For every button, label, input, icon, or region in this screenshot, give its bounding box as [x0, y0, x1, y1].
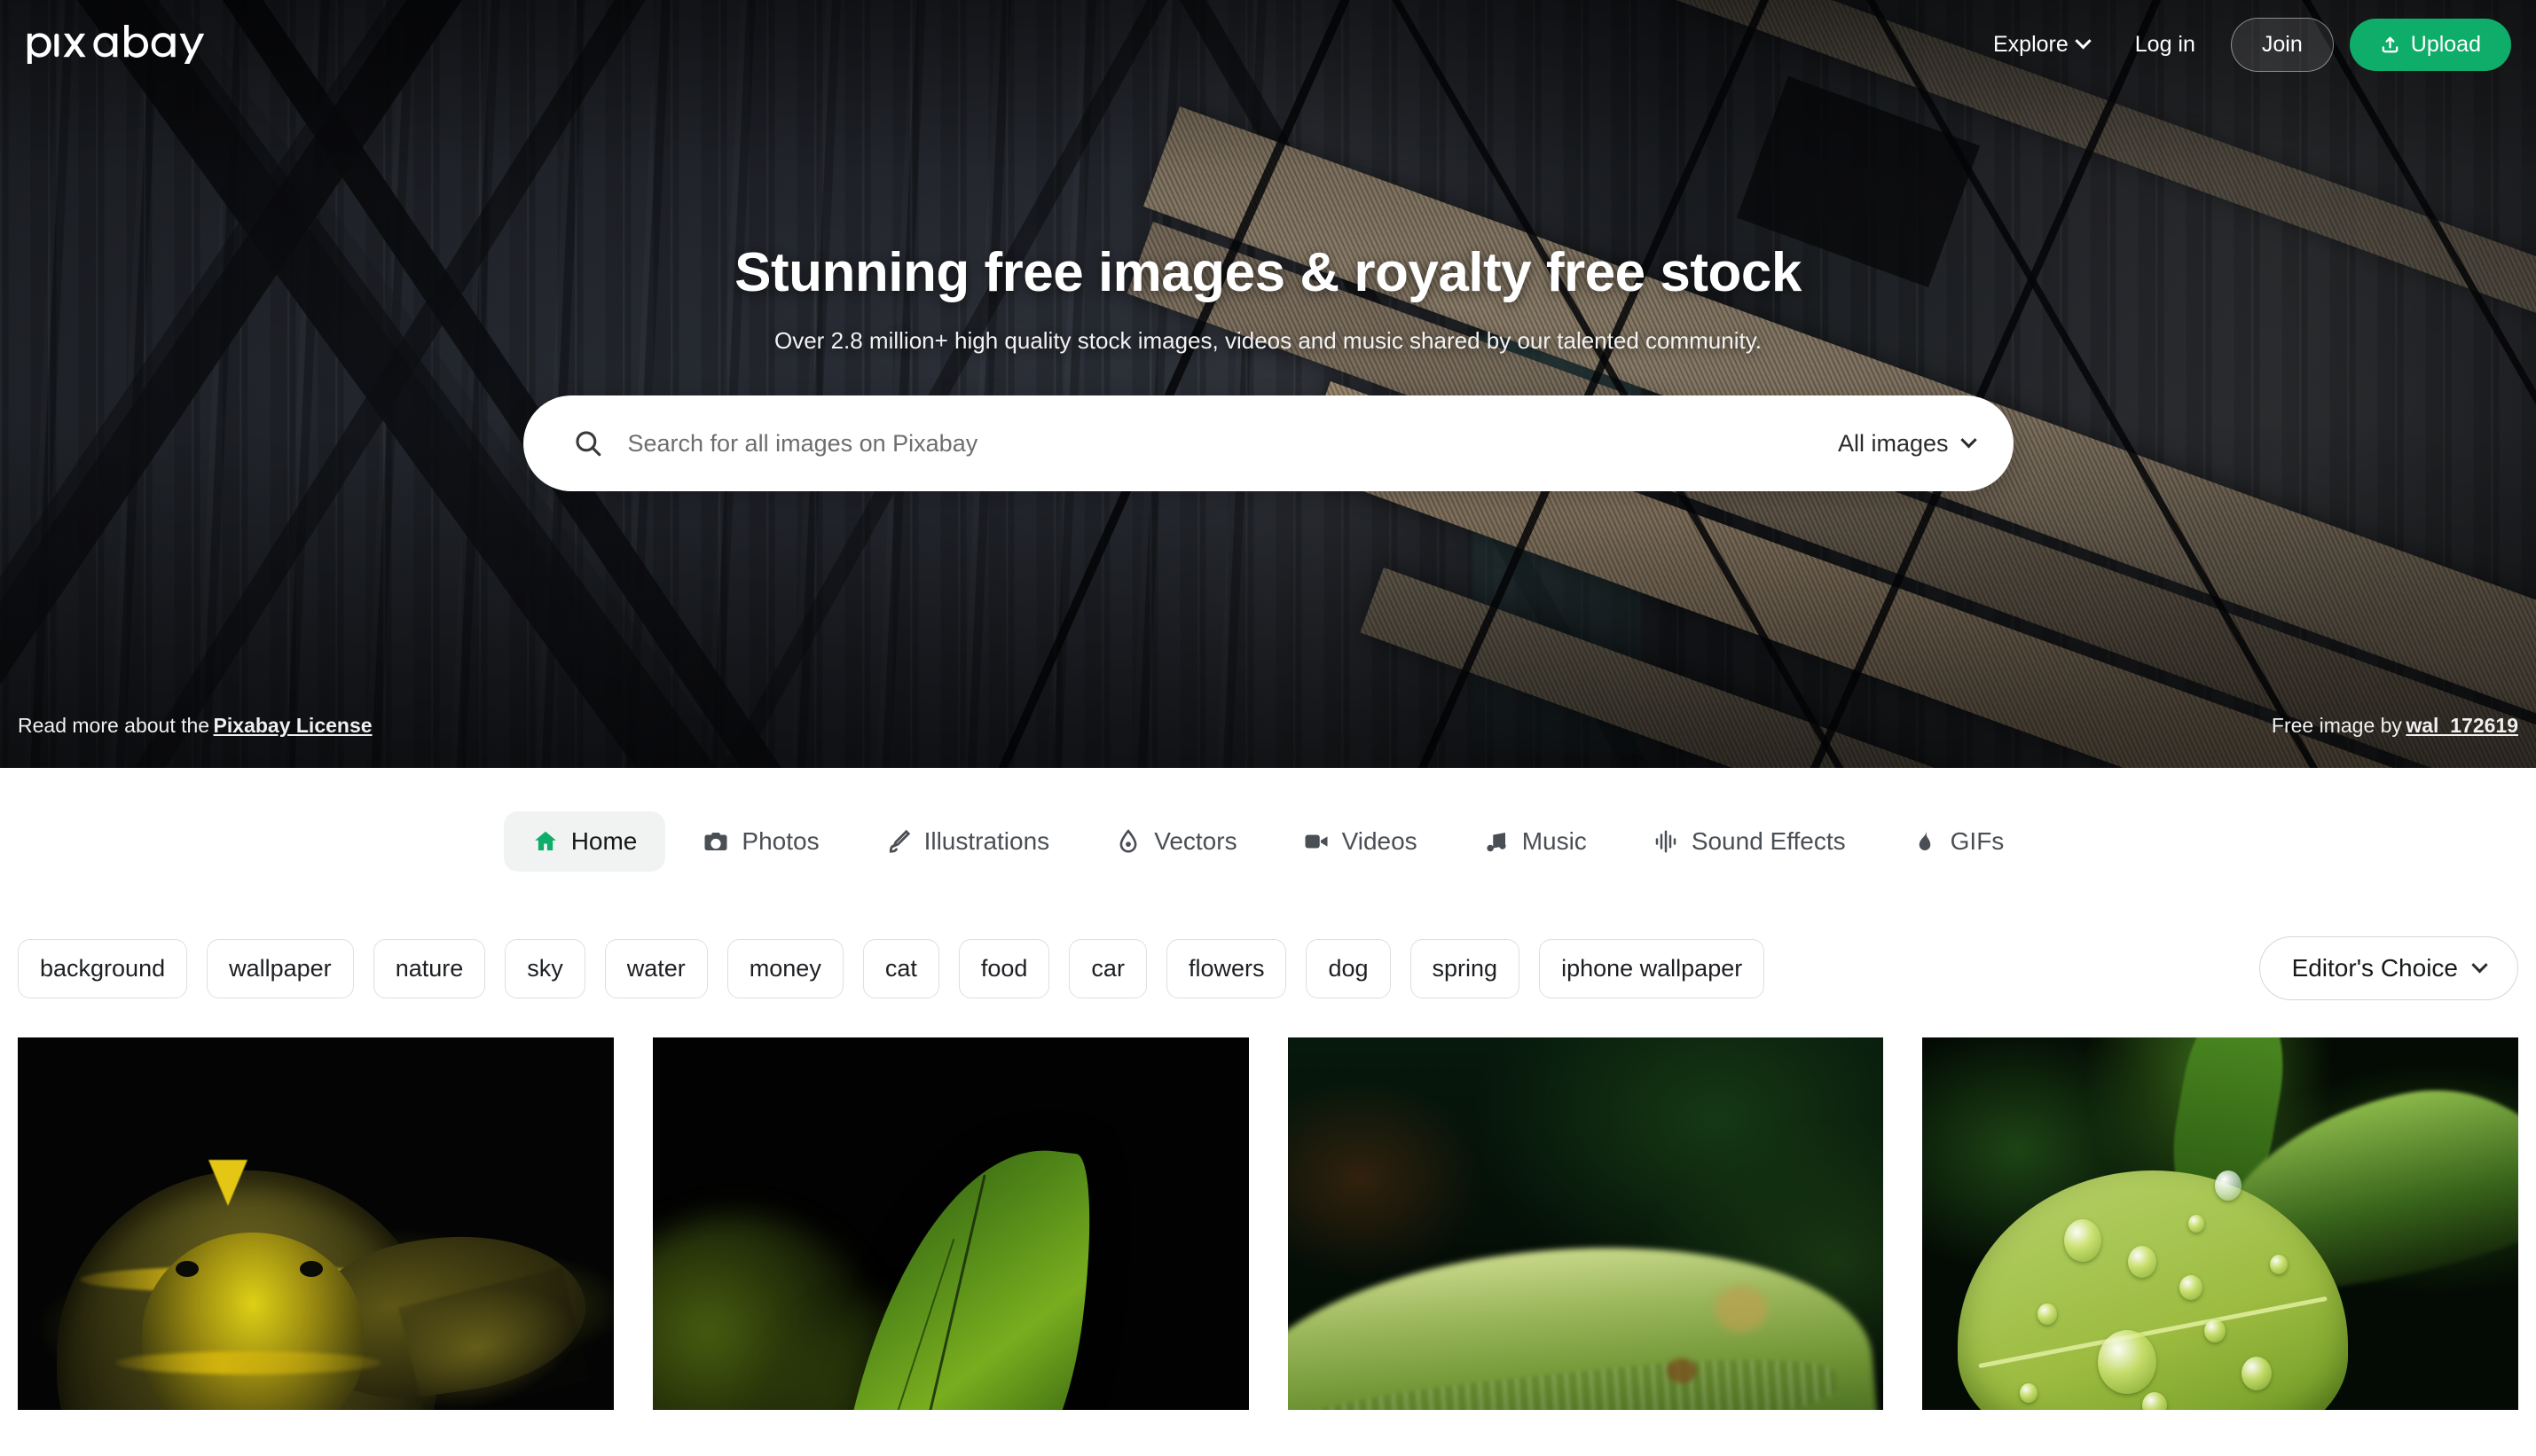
license-prefix: Read more about the	[18, 714, 210, 737]
hero-subtitle: Over 2.8 million+ high quality stock ima…	[774, 327, 1762, 354]
tag-chip[interactable]: spring	[1409, 938, 1520, 998]
tab-vectors[interactable]: Vectors	[1087, 811, 1265, 872]
gallery-item[interactable]	[1922, 1037, 2518, 1410]
top-nav-actions: Explore Log in Join Upload	[1970, 17, 2511, 72]
tag-chip[interactable]: sky	[505, 938, 585, 998]
tag-chip[interactable]: food	[958, 938, 1050, 998]
tab-photos[interactable]: Photos	[674, 811, 847, 872]
tab-label: Photos	[742, 827, 820, 855]
search-type-dropdown[interactable]: All images	[1837, 429, 1977, 458]
search-bar: All images	[522, 395, 2014, 491]
waveform-icon	[1653, 828, 1679, 855]
tag-chip[interactable]: water	[604, 938, 708, 998]
tab-label: Home	[570, 827, 638, 855]
top-navigation-bar: Explore Log in Join Upload	[0, 0, 2536, 89]
gallery-item[interactable]	[1287, 1037, 1884, 1410]
home-icon	[532, 828, 559, 855]
gallery-item[interactable]	[652, 1037, 1249, 1410]
music-note-icon	[1483, 828, 1510, 855]
video-camera-icon	[1303, 828, 1330, 855]
tag-chip[interactable]: dog	[1306, 938, 1391, 998]
tag-chip[interactable]: flowers	[1166, 938, 1287, 998]
chevron-down-icon	[2075, 32, 2092, 49]
tab-label: Illustrations	[923, 827, 1050, 855]
gallery-item[interactable]	[18, 1037, 614, 1410]
hero-footer: Read more about the Pixabay License Free…	[0, 714, 2536, 738]
tab-videos[interactable]: Videos	[1275, 811, 1446, 872]
pixabay-logo[interactable]	[25, 25, 214, 64]
upload-button[interactable]: Upload	[2349, 18, 2511, 71]
hero-section: Explore Log in Join Upload Stunning free…	[0, 0, 2536, 768]
chevron-down-icon	[2471, 956, 2488, 973]
category-tabs: Home Photos Illustrations Vectors Videos	[0, 768, 2536, 915]
hero-title: Stunning free images & royalty free stoc…	[734, 242, 1802, 303]
hero-content: Stunning free images & royalty free stoc…	[0, 0, 2536, 768]
tab-label: Music	[1521, 827, 1587, 855]
pixabay-license-link[interactable]: Pixabay License	[214, 714, 373, 737]
tab-label: Vectors	[1154, 827, 1237, 855]
explore-label: Explore	[1993, 31, 2069, 57]
explore-menu[interactable]: Explore	[1970, 32, 2112, 58]
image-credit: Free image by wal_172619	[2272, 714, 2518, 738]
brush-icon	[885, 828, 912, 855]
pen-nib-icon	[1115, 828, 1142, 855]
tag-chip[interactable]: background	[18, 938, 188, 998]
camera-icon	[703, 828, 729, 855]
tab-gifs[interactable]: GIFs	[1883, 811, 2033, 872]
tab-label: Videos	[1341, 827, 1417, 855]
flame-icon	[1912, 828, 1938, 855]
popular-tags-row: background wallpaper nature sky water mo…	[0, 915, 2536, 1022]
tag-chip[interactable]: car	[1069, 938, 1147, 998]
chevron-down-icon	[1959, 431, 1977, 448]
search-type-label: All images	[1837, 429, 1949, 457]
search-icon	[573, 428, 603, 458]
tab-label: GIFs	[1950, 827, 2005, 855]
tab-illustrations[interactable]: Illustrations	[857, 811, 1079, 872]
login-link[interactable]: Log in	[2112, 32, 2218, 58]
tab-music[interactable]: Music	[1455, 811, 1615, 872]
tab-sound-effects[interactable]: Sound Effects	[1624, 811, 1874, 872]
editors-choice-dropdown[interactable]: Editor's Choice	[2258, 936, 2518, 1000]
tag-chip[interactable]: cat	[862, 938, 939, 998]
upload-icon	[2380, 35, 2400, 55]
join-label: Join	[2261, 31, 2303, 57]
credit-prefix: Free image by	[2271, 714, 2402, 737]
credit-author-link[interactable]: wal_172619	[2406, 714, 2518, 737]
tag-chip[interactable]: wallpaper	[207, 938, 354, 998]
image-grid	[0, 1037, 2536, 1410]
editors-choice-label: Editor's Choice	[2291, 954, 2458, 982]
tab-label: Sound Effects	[1691, 827, 1846, 855]
join-button[interactable]: Join	[2230, 17, 2334, 72]
upload-label: Upload	[2410, 31, 2481, 57]
tab-home[interactable]: Home	[503, 811, 666, 872]
tag-chip[interactable]: iphone wallpaper	[1539, 938, 1765, 998]
tag-chip[interactable]: money	[726, 938, 844, 998]
tag-chip[interactable]: nature	[373, 938, 486, 998]
login-label: Log in	[2134, 31, 2195, 57]
license-note: Read more about the Pixabay License	[18, 714, 373, 738]
search-input[interactable]	[627, 429, 1838, 458]
